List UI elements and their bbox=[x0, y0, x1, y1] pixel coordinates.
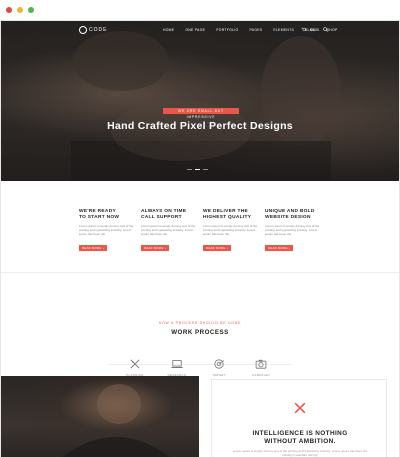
site-logo[interactable]: CODE bbox=[79, 26, 107, 34]
feature-text: Lorem ipsum is simply dummy text of the … bbox=[265, 224, 320, 236]
process-title: WORK PROCESS bbox=[171, 329, 229, 336]
process-step-target[interactable]: TARGET bbox=[199, 357, 239, 377]
browser-chrome bbox=[0, 0, 400, 20]
slider-pagination bbox=[187, 169, 208, 170]
step-label: CAMPAIGN bbox=[252, 373, 270, 377]
search-icon[interactable] bbox=[323, 27, 328, 32]
read-more-button[interactable]: READ MORE › bbox=[265, 245, 293, 251]
team-photo-image bbox=[62, 384, 170, 457]
page-viewport: CODE HOME ONE PAGE PORTFOLIO PAGES ELEME… bbox=[0, 20, 400, 457]
pencil-ruler-icon bbox=[294, 402, 306, 414]
read-more-button[interactable]: READ MORE › bbox=[79, 245, 107, 251]
feature-text: Lorem ipsum is simply dummy text of the … bbox=[203, 224, 258, 236]
slider-dot-3[interactable] bbox=[203, 169, 208, 170]
nav-item-home[interactable]: HOME bbox=[163, 28, 174, 32]
hero-tagline: WE ARE SMALL BUT IMPRESSIVE bbox=[163, 108, 239, 119]
feature-text: Lorem ipsum is simply dummy text of the … bbox=[79, 224, 134, 236]
feature-title: WE DELIVER THE HIGHEST QUALITY bbox=[203, 209, 252, 220]
maximize-window-button[interactable] bbox=[28, 7, 34, 13]
laptop-icon bbox=[171, 360, 183, 368]
nav-item-shop[interactable]: SHOP bbox=[327, 28, 338, 32]
promo-text: Lorem ipsum is simply dummy text of the … bbox=[232, 449, 368, 457]
nav-actions: $0.00 bbox=[301, 27, 328, 32]
nav-item-pages[interactable]: PAGES bbox=[249, 28, 262, 32]
feature-card: UNIQUE AND BOLD WEBSITE DESIGN Lorem ipsu… bbox=[265, 209, 323, 254]
logo-badge-icon bbox=[79, 26, 87, 34]
promo-card: INTELLIGENCE IS NOTHING WITHOUT AMBITION.… bbox=[211, 379, 387, 457]
nav-item-elements[interactable]: ELEMENTS bbox=[273, 28, 294, 32]
feature-title: WE'RE READY TO START NOW bbox=[79, 209, 120, 220]
feature-card: WE DELIVER THE HIGHEST QUALITY Lorem ipsu… bbox=[203, 209, 261, 254]
process-kicker: HOW A PROCESS SHOULD BE DONE bbox=[158, 321, 242, 325]
logo-text: CODE bbox=[89, 27, 108, 33]
nav-item-portfolio[interactable]: PORTFOLIO bbox=[216, 28, 238, 32]
feature-card: ALWAYS ON TIME CALL SUPPORT Lorem ipsum i… bbox=[141, 209, 199, 254]
read-more-button[interactable]: READ MORE › bbox=[203, 245, 231, 251]
hero-slider: CODE HOME ONE PAGE PORTFOLIO PAGES ELEME… bbox=[1, 21, 399, 181]
work-process-section: HOW A PROCESS SHOULD BE DONE WORK PROCES… bbox=[1, 273, 399, 377]
process-step-planning[interactable]: PLANNING bbox=[115, 357, 155, 377]
camera-icon bbox=[255, 359, 267, 369]
nav-item-one-page[interactable]: ONE PAGE bbox=[185, 28, 205, 32]
main-navigation: CODE HOME ONE PAGE PORTFOLIO PAGES ELEME… bbox=[1, 21, 399, 39]
pencil-ruler-icon bbox=[130, 359, 140, 369]
feature-text: Lorem ipsum is simply dummy text of the … bbox=[141, 224, 196, 236]
promo-title: INTELLIGENCE IS NOTHING WITHOUT AMBITION. bbox=[252, 430, 348, 445]
team-photo bbox=[1, 376, 199, 457]
hero-overlay bbox=[1, 21, 399, 181]
process-step-research[interactable]: RESEARCH bbox=[157, 357, 197, 377]
read-more-button[interactable]: READ MORE › bbox=[141, 245, 169, 251]
step-label: TARGET bbox=[212, 373, 226, 377]
process-step-campaign[interactable]: CAMPAIGN bbox=[241, 357, 281, 377]
slider-dot-1[interactable] bbox=[187, 169, 192, 170]
hero-title: Hand Crafted Pixel Perfect Designs bbox=[107, 120, 293, 132]
feature-card: WE'RE READY TO START NOW Lorem ipsum is s… bbox=[79, 209, 137, 254]
minimize-window-button[interactable] bbox=[17, 7, 23, 13]
close-window-button[interactable] bbox=[6, 7, 12, 13]
slider-dot-2[interactable] bbox=[195, 169, 200, 170]
target-icon bbox=[214, 359, 225, 369]
cart-icon[interactable] bbox=[301, 27, 306, 32]
feature-title: UNIQUE AND BOLD WEBSITE DESIGN bbox=[265, 209, 315, 220]
features-section: WE'RE READY TO START NOW Lorem ipsum is s… bbox=[1, 181, 399, 273]
cart-total[interactable]: $0.00 bbox=[310, 28, 319, 32]
feature-title: ALWAYS ON TIME CALL SUPPORT bbox=[141, 209, 187, 220]
